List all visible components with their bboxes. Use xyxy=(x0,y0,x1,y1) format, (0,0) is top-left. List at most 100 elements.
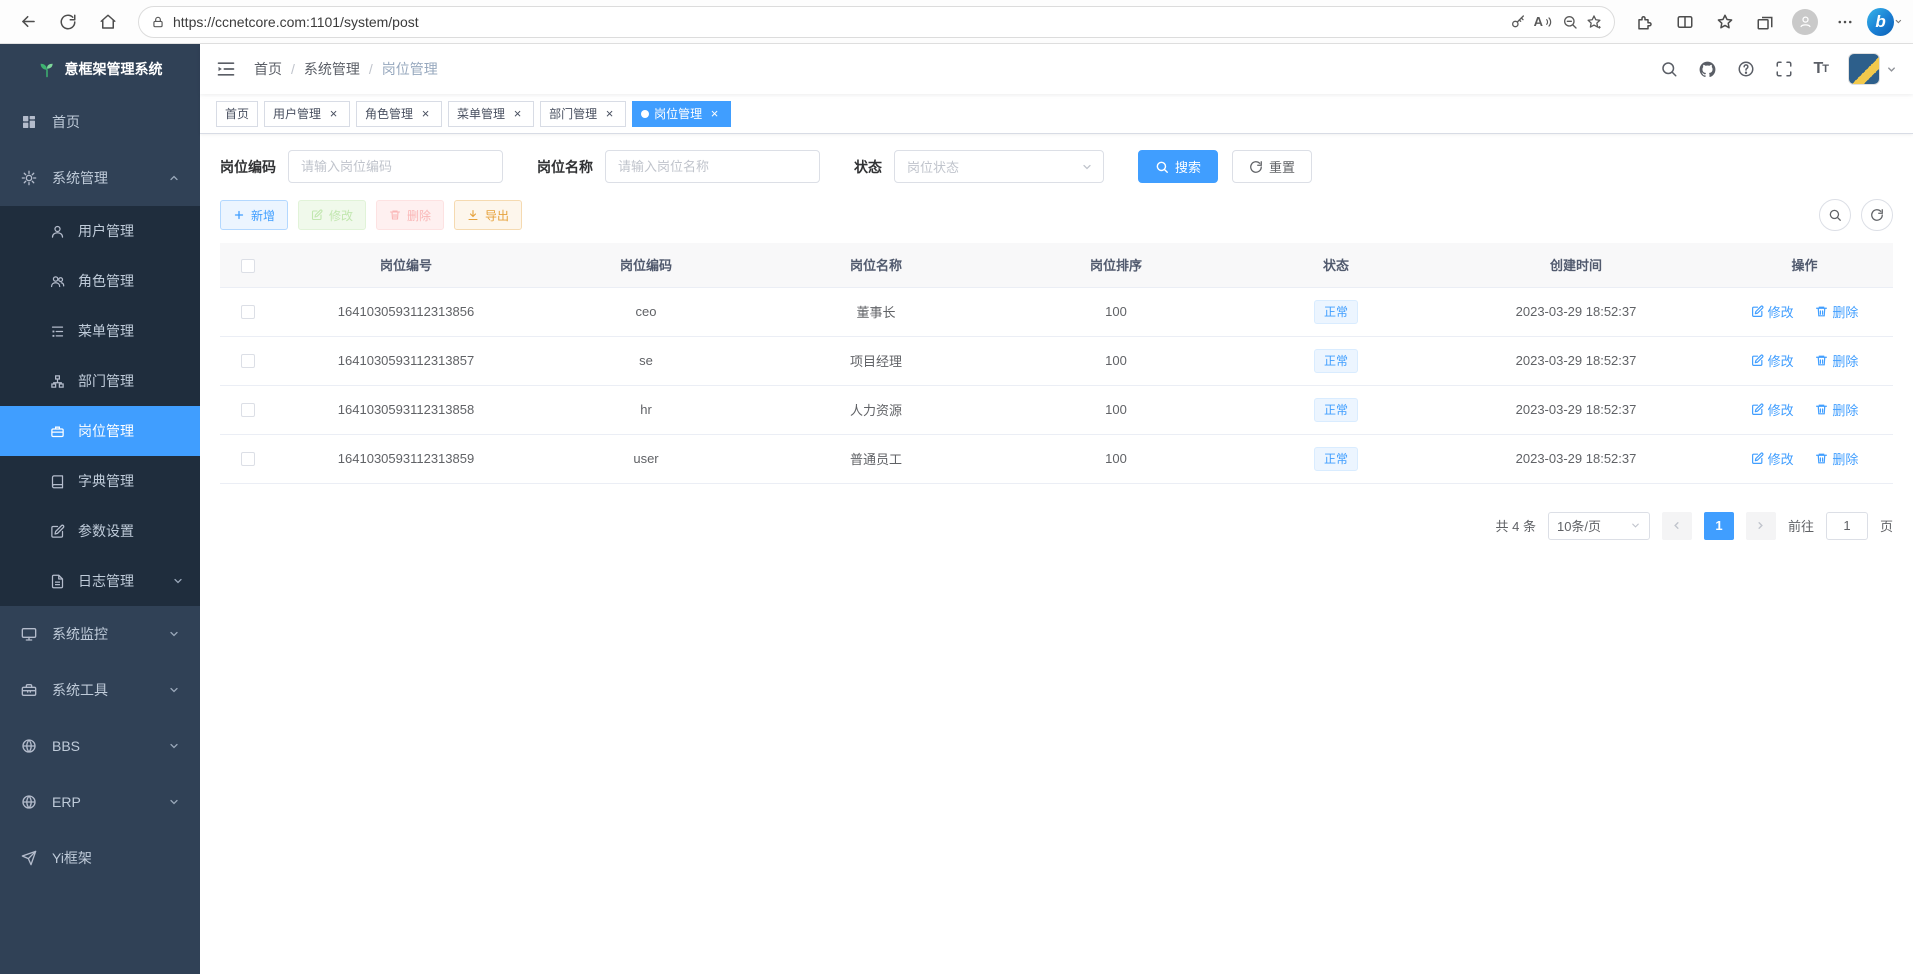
tab-label: 用户管理 xyxy=(273,105,321,122)
delete-row-button[interactable]: 删除 xyxy=(1815,449,1858,468)
sidebar-item-dept-mgmt[interactable]: 部门管理 xyxy=(0,356,200,406)
edit-row-button[interactable]: 修改 xyxy=(1751,351,1794,370)
close-icon[interactable]: × xyxy=(326,106,341,121)
add-button[interactable]: 新增 xyxy=(220,200,288,230)
edit-row-button[interactable]: 修改 xyxy=(1751,449,1794,468)
delete-row-button[interactable]: 删除 xyxy=(1815,351,1858,370)
fullscreen-icon[interactable] xyxy=(1775,60,1793,78)
delete-row-button[interactable]: 删除 xyxy=(1815,400,1858,419)
sidebar-item-system-tools[interactable]: 系统工具 xyxy=(0,662,200,718)
reset-button[interactable]: 重置 xyxy=(1232,150,1312,183)
page-size-select[interactable]: 10条/页 xyxy=(1548,512,1650,540)
export-button[interactable]: 导出 xyxy=(454,200,522,230)
user-avatar[interactable] xyxy=(1848,53,1880,85)
post-name-input[interactable] xyxy=(605,150,820,183)
table-row[interactable]: 1641030593112313857 se 项目经理 100 正常 2023-… xyxy=(220,336,1893,385)
edit-button[interactable]: 修改 xyxy=(298,200,366,230)
home-button[interactable] xyxy=(90,5,126,39)
table-row[interactable]: 1641030593112313856 ceo 董事长 100 正常 2023-… xyxy=(220,287,1893,336)
tab-role-mgmt[interactable]: 角色管理 × xyxy=(356,101,442,127)
page-number-1[interactable]: 1 xyxy=(1704,512,1734,540)
browser-profile-avatar[interactable] xyxy=(1787,5,1823,39)
table-row[interactable]: 1641030593112313859 user 普通员工 100 正常 202… xyxy=(220,434,1893,483)
close-icon[interactable]: × xyxy=(602,106,617,121)
search-icon[interactable] xyxy=(1660,60,1678,78)
sidebar-item-role-mgmt[interactable]: 角色管理 xyxy=(0,256,200,306)
row-checkbox[interactable] xyxy=(241,403,255,417)
sidebar-item-param-settings[interactable]: 参数设置 xyxy=(0,506,200,556)
url-text[interactable]: https://ccnetcore.com:1101/system/post xyxy=(173,14,1502,30)
sidebar-item-user-mgmt[interactable]: 用户管理 xyxy=(0,206,200,256)
toggle-search-button[interactable] xyxy=(1819,199,1851,231)
header-status[interactable]: 状态 xyxy=(1236,243,1436,287)
delete-button[interactable]: 删除 xyxy=(376,200,444,230)
sidebar-item-yi-framework[interactable]: Yi框架 xyxy=(0,830,200,886)
sidebar-item-menu-mgmt[interactable]: 菜单管理 xyxy=(0,306,200,356)
sidebar-item-erp[interactable]: ERP xyxy=(0,774,200,830)
cell-created-time: 2023-03-29 18:52:37 xyxy=(1436,434,1716,483)
select-all-checkbox[interactable] xyxy=(241,259,255,273)
tab-dept-mgmt[interactable]: 部门管理 × xyxy=(540,101,626,127)
back-button[interactable] xyxy=(10,5,46,39)
bing-chat-icon[interactable]: b xyxy=(1867,5,1903,39)
close-icon[interactable]: × xyxy=(707,106,722,121)
status-select[interactable]: 岗位状态 xyxy=(894,150,1104,183)
edit-icon xyxy=(1751,403,1764,416)
table-row[interactable]: 1641030593112313858 hr 人力资源 100 正常 2023-… xyxy=(220,385,1893,434)
user-menu[interactable] xyxy=(1848,53,1897,85)
refresh-table-button[interactable] xyxy=(1861,199,1893,231)
password-key-icon[interactable] xyxy=(1510,14,1526,30)
github-icon[interactable] xyxy=(1698,60,1717,79)
breadcrumb-home[interactable]: 首页 xyxy=(254,59,282,79)
hamburger-icon[interactable] xyxy=(216,59,236,79)
edit-row-button[interactable]: 修改 xyxy=(1751,400,1794,419)
delete-row-button[interactable]: 删除 xyxy=(1815,302,1858,321)
sidebar-item-dict-mgmt[interactable]: 字典管理 xyxy=(0,456,200,506)
favorites-bar-icon[interactable] xyxy=(1707,5,1743,39)
address-bar[interactable]: https://ccnetcore.com:1101/system/post A xyxy=(138,6,1615,38)
sidebar-item-post-mgmt[interactable]: 岗位管理 xyxy=(0,406,200,456)
row-checkbox[interactable] xyxy=(241,305,255,319)
refresh-icon xyxy=(1249,160,1263,174)
next-page-button[interactable] xyxy=(1746,512,1776,540)
sidebar-item-log-mgmt[interactable]: 日志管理 xyxy=(0,556,200,606)
close-icon[interactable]: × xyxy=(510,106,525,121)
help-icon[interactable] xyxy=(1737,60,1755,78)
sidebar-item-home[interactable]: 首页 xyxy=(0,94,200,150)
app-logo[interactable]: 意框架管理系统 xyxy=(0,44,200,94)
header-created-time[interactable]: 创建时间 xyxy=(1436,243,1716,287)
header-post-code[interactable]: 岗位编码 xyxy=(536,243,756,287)
row-checkbox[interactable] xyxy=(241,452,255,466)
extensions-icon[interactable] xyxy=(1627,5,1663,39)
status-badge: 正常 xyxy=(1314,349,1358,373)
tab-post-mgmt[interactable]: 岗位管理 × xyxy=(632,101,731,127)
header-post-sort[interactable]: 岗位排序 xyxy=(996,243,1236,287)
search-button[interactable]: 搜索 xyxy=(1138,150,1218,183)
breadcrumb-system[interactable]: 系统管理 xyxy=(304,59,360,79)
goto-page-input[interactable] xyxy=(1826,512,1868,540)
paper-plane-icon xyxy=(20,850,38,866)
tab-user-mgmt[interactable]: 用户管理 × xyxy=(264,101,350,127)
text-size-icon[interactable]: TT xyxy=(1813,60,1828,78)
browser-menu-icon[interactable] xyxy=(1827,5,1863,39)
tab-home[interactable]: 首页 xyxy=(216,101,258,127)
zoom-out-icon[interactable] xyxy=(1562,14,1578,30)
sidebar-item-bbs[interactable]: BBS xyxy=(0,718,200,774)
post-code-input[interactable] xyxy=(288,150,503,183)
add-favorite-star-icon[interactable] xyxy=(1586,14,1602,30)
refresh-button[interactable] xyxy=(50,5,86,39)
lock-icon[interactable] xyxy=(151,15,165,29)
tab-menu-mgmt[interactable]: 菜单管理 × xyxy=(448,101,534,127)
close-icon[interactable]: × xyxy=(418,106,433,121)
header-post-id[interactable]: 岗位编号 xyxy=(276,243,536,287)
row-checkbox[interactable] xyxy=(241,354,255,368)
sidebar-item-system-monitor[interactable]: 系统监控 xyxy=(0,606,200,662)
sidebar-item-system-mgmt[interactable]: 系统管理 xyxy=(0,150,200,206)
header-post-name[interactable]: 岗位名称 xyxy=(756,243,996,287)
chevron-down-icon xyxy=(172,575,184,587)
split-screen-icon[interactable] xyxy=(1667,5,1703,39)
collections-icon[interactable] xyxy=(1747,5,1783,39)
read-aloud-icon[interactable]: A xyxy=(1534,14,1554,29)
prev-page-button[interactable] xyxy=(1662,512,1692,540)
edit-row-button[interactable]: 修改 xyxy=(1751,302,1794,321)
